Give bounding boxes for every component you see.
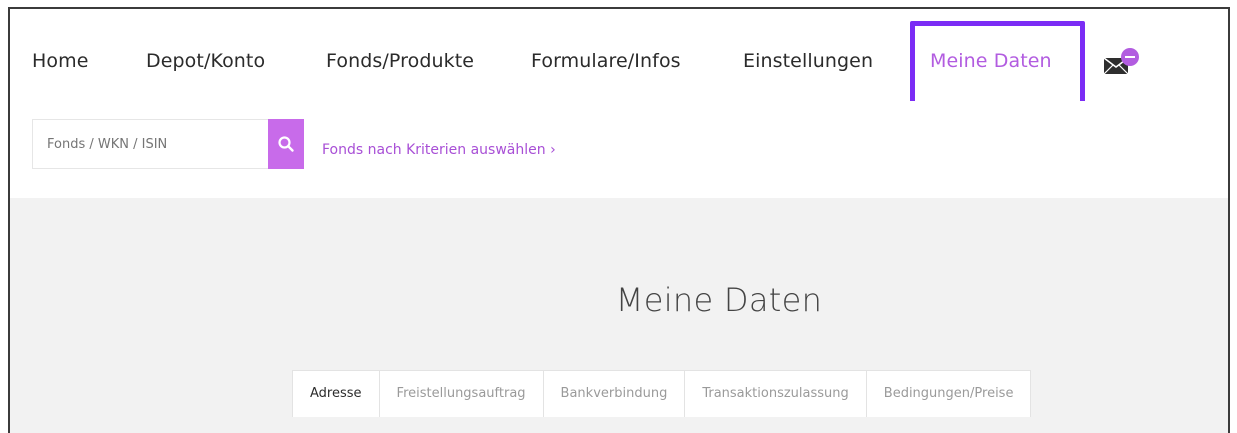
- tab-bedingungen-preise[interactable]: Bedingungen/Preise: [867, 371, 1031, 417]
- highlight-annotation-box: [910, 21, 1085, 110]
- content-area: Meine Daten Adresse Freistellungsauftrag…: [10, 198, 1228, 433]
- page-title: Meine Daten: [615, 281, 823, 319]
- fund-criteria-link[interactable]: Fonds nach Kriterien auswählen ›: [322, 142, 556, 158]
- nav-item-home[interactable]: Home: [32, 50, 89, 72]
- tab-bankverbindung[interactable]: Bankverbindung: [544, 371, 686, 417]
- nav-item-fonds-produkte[interactable]: Fonds/Produkte: [326, 50, 474, 72]
- search-button[interactable]: [268, 119, 304, 169]
- search-row: Fonds nach Kriterien auswählen ›: [10, 101, 1228, 198]
- search-icon: [278, 136, 294, 152]
- nav-item-einstellungen[interactable]: Einstellungen: [743, 50, 873, 72]
- nav-item-depot-konto[interactable]: Depot/Konto: [146, 50, 265, 72]
- tab-adresse[interactable]: Adresse: [293, 371, 380, 417]
- envelope-with-badge-icon[interactable]: [1102, 47, 1144, 77]
- browser-frame: Home Depot/Konto Fonds/Produkte Formular…: [8, 7, 1230, 433]
- tab-transaktionszulassung[interactable]: Transaktionszulassung: [685, 371, 867, 417]
- tab-freistellungsauftrag[interactable]: Freistellungsauftrag: [380, 371, 544, 417]
- fund-search-input[interactable]: [32, 119, 268, 169]
- nav-item-formulare-infos[interactable]: Formulare/Infos: [531, 50, 681, 72]
- top-navigation: Home Depot/Konto Fonds/Produkte Formular…: [10, 9, 1228, 110]
- tab-bar: Adresse Freistellungsauftrag Bankverbind…: [292, 370, 1032, 417]
